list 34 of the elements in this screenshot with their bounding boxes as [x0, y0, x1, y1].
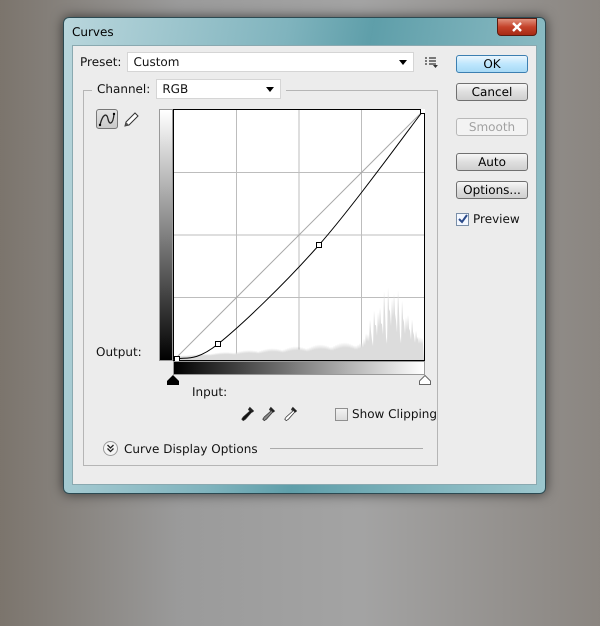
- display-options-label: Curve Display Options: [124, 442, 258, 456]
- eyedropper-icon[interactable]: [262, 404, 276, 424]
- curve-point[interactable]: [316, 242, 322, 248]
- show-clipping-label: Show Clipping: [352, 407, 438, 421]
- curve-icon: [98, 110, 116, 128]
- dialog-button[interactable]: Cancel: [456, 83, 528, 101]
- dialog-button[interactable]: OK: [456, 55, 528, 73]
- preview-label: Preview: [473, 212, 520, 226]
- caret-icon: [266, 86, 274, 92]
- close-icon: [511, 22, 523, 32]
- window-title: Curves: [72, 24, 114, 38]
- input-slider-handle[interactable]: [167, 375, 179, 385]
- dialog-button[interactable]: Options...: [456, 181, 528, 199]
- preset-menu-icon[interactable]: [425, 56, 438, 68]
- show-clipping-checkbox[interactable]: [334, 408, 348, 420]
- channel-dropdown[interactable]: RGB: [156, 79, 282, 99]
- caret-icon: [399, 60, 408, 64]
- input-slider-handle[interactable]: [419, 375, 431, 385]
- curve-point[interactable]: [420, 109, 425, 114]
- input-label: Input:: [192, 385, 228, 399]
- output-label: Output:: [96, 345, 143, 359]
- preset-label: Preset:: [80, 55, 122, 69]
- curve-point[interactable]: [215, 341, 221, 347]
- curve-tool-button[interactable]: [96, 109, 118, 129]
- preset-dropdown[interactable]: Custom: [127, 52, 414, 72]
- close-button[interactable]: [497, 18, 537, 36]
- eyedropper-icon[interactable]: [241, 404, 254, 424]
- expand-icon[interactable]: [103, 441, 118, 456]
- dialog-button[interactable]: Auto: [456, 153, 528, 171]
- pencil-icon: [122, 110, 140, 128]
- channel-label: Channel:: [97, 82, 150, 96]
- eyedropper-icon[interactable]: [284, 404, 297, 424]
- preview-checkbox[interactable]: [456, 212, 469, 226]
- checkmark-icon: [458, 214, 468, 224]
